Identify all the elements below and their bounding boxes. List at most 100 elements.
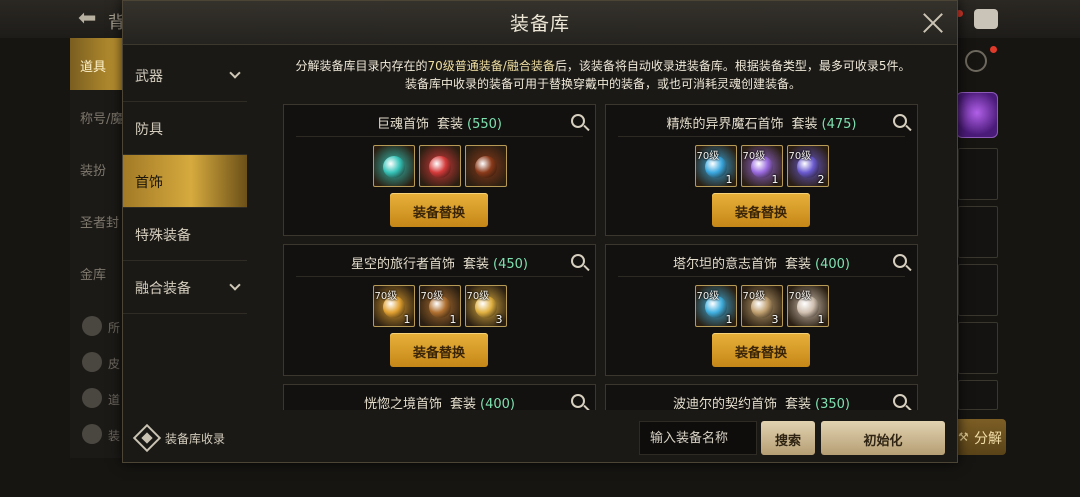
equipment-set-card: 波迪尔的契约首饰 套装 (350) [605,384,918,410]
equipment-item-icon[interactable]: 70级 3 [740,285,783,327]
item-level: 70级 [742,291,766,302]
equipment-set-card: 星空的旅行者首饰 套装 (450) 70级 1 70级 1 70级 3 装备替换 [283,244,596,376]
item-quantity: 1 [817,313,825,326]
back-arrow-icon[interactable]: ⬅ [78,6,96,31]
set-items: 70级 1 70级 3 70级 1 [606,285,917,327]
divider [296,276,583,277]
equipment-item-icon[interactable]: 70级 1 [694,145,737,187]
dialog-header: 装备库 [123,1,957,45]
equipment-swap-button[interactable]: 装备替换 [712,193,810,227]
decompose-icon: ⚒ [958,430,969,444]
item-quantity: 1 [725,173,733,186]
equipment-slot[interactable] [958,206,998,258]
equipment-item-icon[interactable] [418,145,461,187]
bg-sidebar-item[interactable]: 称号/魔 [70,90,125,142]
set-title: 巨魂首饰 套装 (550) [284,113,595,132]
item-quantity: 3 [771,313,779,326]
category-fusion-equipment[interactable]: 融合装备 [123,261,247,314]
gem-icon [428,156,451,178]
bg-sidebar-small-item[interactable]: 装 [78,422,126,448]
item-level: 70级 [788,151,812,162]
category-icon [82,424,102,444]
set-name: 恍惚之境首饰 [364,397,443,410]
equipment-item-icon[interactable]: 70级 1 [372,285,415,327]
decompose-button[interactable]: ⚒ 分解 [952,419,1006,455]
set-soul-count: (450) [493,257,528,272]
set-name: 巨魂首饰 [377,117,430,132]
category-icon [82,388,102,408]
settings-icon[interactable] [965,50,987,72]
set-items [284,145,595,187]
bg-sidebar-item[interactable]: 装扮 [70,142,125,194]
category-sidebar: 武器 防具 首饰 特殊装备 融合装备 [123,49,247,314]
equipment-name-input[interactable] [639,421,757,455]
equipment-item-icon[interactable]: 70级 1 [418,285,461,327]
set-items: 70级 1 70级 1 70级 2 [606,145,917,187]
item-level: 70级 [420,291,444,302]
divider [618,276,905,277]
category-armor[interactable]: 防具 [123,102,247,155]
equipment-item-icon[interactable]: 70级 1 [786,285,829,327]
item-quantity: 1 [403,313,411,326]
search-icon[interactable] [571,114,585,128]
reset-button[interactable]: 初始化 [821,421,945,455]
set-title: 精炼的异界魔石首饰 套装 (475) [606,113,917,132]
item-level: 70级 [466,291,490,302]
set-tag: 套装 [463,257,490,272]
set-soul-count: (475) [821,117,857,132]
set-soul-count: (550) [467,117,502,132]
equipment-swap-button[interactable]: 装备替换 [390,333,488,367]
set-name: 星空的旅行者首饰 [351,257,456,272]
equipment-item-icon[interactable]: 70级 3 [464,285,507,327]
equipment-set-card: 巨魂首饰 套装 (550) 装备替换 [283,104,596,236]
equipment-item-icon[interactable] [372,145,415,187]
equipment-item-icon[interactable]: 70级 1 [740,145,783,187]
item-level: 70级 [742,151,766,162]
bg-sidebar-item[interactable]: 道具 [70,38,125,90]
equipment-slot[interactable] [958,322,998,374]
set-title: 波迪尔的契约首饰 套装 (350) [606,393,917,410]
close-icon[interactable] [921,11,945,35]
bg-sidebar-small-item[interactable]: 道 [78,386,126,412]
set-title: 塔尔坦的意志首饰 套装 (400) [606,253,917,272]
set-soul-count: (350) [815,397,850,410]
search-icon[interactable] [893,254,907,268]
set-items: 70级 1 70级 1 70级 3 [284,285,595,327]
bg-sidebar-small-item[interactable]: 所 [78,314,126,340]
search-icon[interactable] [893,394,907,408]
search-icon[interactable] [893,114,907,128]
equipment-slot[interactable] [958,264,998,316]
set-tag: 套装 [785,397,812,410]
bg-sidebar-item[interactable]: 金库 [70,246,125,298]
chat-icon[interactable] [974,9,998,29]
gem-icon [474,156,497,178]
bg-sidebar-item[interactable]: 圣者封 [70,194,125,246]
bg-sidebar-small-item[interactable]: 皮 [78,350,126,376]
equipment-slot[interactable] [958,380,998,410]
equipment-swap-button[interactable]: 装备替换 [390,193,488,227]
category-accessory[interactable]: 首饰 [123,155,247,208]
search-icon[interactable] [571,254,585,268]
set-tag: 套装 [450,397,477,410]
equipment-swap-button[interactable]: 装备替换 [712,333,810,367]
equipment-slot-icon[interactable] [956,92,998,138]
item-level: 70级 [788,291,812,302]
dialog-title: 装备库 [509,13,570,35]
search-icon[interactable] [571,394,585,408]
equipment-set-card: 精炼的异界魔石首饰 套装 (475) 70级 1 70级 1 70级 2 装备替换 [605,104,918,236]
chevron-down-icon [229,67,241,79]
set-title: 恍惚之境首饰 套装 (400) [284,393,595,410]
equipment-set-grid: 巨魂首饰 套装 (550) 装备替换 精炼的异界魔石首饰 套装 (475) 70级 1 70级 1 7… [283,104,919,410]
notice-text: 分解装备库目录内存在的70级普通装备/融合装备后，该装备将自动收录进装备库。根据… [295,59,911,91]
search-button[interactable]: 搜索 [761,421,815,455]
notification-dot-icon [990,46,997,53]
equipment-item-icon[interactable]: 70级 2 [786,145,829,187]
equipment-slot[interactable] [958,148,998,200]
category-weapon[interactable]: 武器 [123,49,247,102]
category-special-equipment[interactable]: 特殊装备 [123,208,247,261]
item-quantity: 1 [449,313,457,326]
equipment-item-icon[interactable]: 70级 1 [694,285,737,327]
gem-icon [382,156,405,178]
equipment-item-icon[interactable] [464,145,507,187]
divider [296,136,583,137]
